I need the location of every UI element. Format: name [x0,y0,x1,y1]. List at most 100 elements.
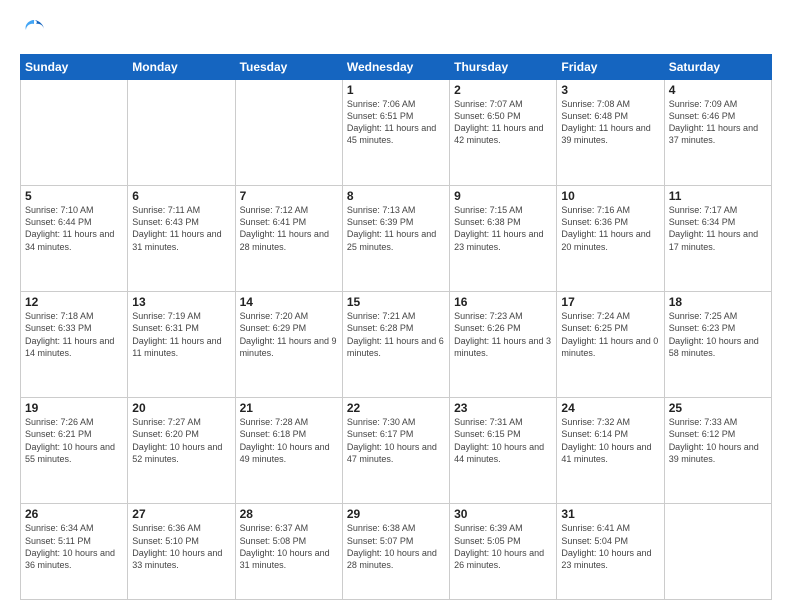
weekday-header-monday: Monday [128,55,235,80]
weekday-header-saturday: Saturday [664,55,771,80]
cell-daylight-info: Sunrise: 7:12 AM Sunset: 6:41 PM Dayligh… [240,204,338,253]
cell-day-number: 10 [561,189,659,203]
calendar-cell: 8Sunrise: 7:13 AM Sunset: 6:39 PM Daylig… [342,186,449,292]
cell-daylight-info: Sunrise: 6:41 AM Sunset: 5:04 PM Dayligh… [561,522,659,571]
calendar-cell: 25Sunrise: 7:33 AM Sunset: 6:12 PM Dayli… [664,398,771,504]
cell-day-number: 9 [454,189,552,203]
cell-daylight-info: Sunrise: 7:07 AM Sunset: 6:50 PM Dayligh… [454,98,552,147]
cell-day-number: 24 [561,401,659,415]
cell-daylight-info: Sunrise: 7:06 AM Sunset: 6:51 PM Dayligh… [347,98,445,147]
cell-daylight-info: Sunrise: 7:26 AM Sunset: 6:21 PM Dayligh… [25,416,123,465]
calendar-cell: 4Sunrise: 7:09 AM Sunset: 6:46 PM Daylig… [664,80,771,186]
cell-day-number: 26 [25,507,123,521]
weekday-header-friday: Friday [557,55,664,80]
cell-day-number: 13 [132,295,230,309]
calendar-cell [235,80,342,186]
weekday-header-tuesday: Tuesday [235,55,342,80]
cell-daylight-info: Sunrise: 7:24 AM Sunset: 6:25 PM Dayligh… [561,310,659,359]
cell-daylight-info: Sunrise: 7:16 AM Sunset: 6:36 PM Dayligh… [561,204,659,253]
cell-day-number: 22 [347,401,445,415]
calendar-cell: 27Sunrise: 6:36 AM Sunset: 5:10 PM Dayli… [128,504,235,600]
cell-daylight-info: Sunrise: 7:10 AM Sunset: 6:44 PM Dayligh… [25,204,123,253]
cell-daylight-info: Sunrise: 7:25 AM Sunset: 6:23 PM Dayligh… [669,310,767,359]
cell-daylight-info: Sunrise: 7:17 AM Sunset: 6:34 PM Dayligh… [669,204,767,253]
calendar-week-row: 1Sunrise: 7:06 AM Sunset: 6:51 PM Daylig… [21,80,772,186]
cell-daylight-info: Sunrise: 7:19 AM Sunset: 6:31 PM Dayligh… [132,310,230,359]
calendar-cell: 16Sunrise: 7:23 AM Sunset: 6:26 PM Dayli… [450,292,557,398]
calendar-week-row: 12Sunrise: 7:18 AM Sunset: 6:33 PM Dayli… [21,292,772,398]
calendar-cell: 24Sunrise: 7:32 AM Sunset: 6:14 PM Dayli… [557,398,664,504]
cell-day-number: 31 [561,507,659,521]
logo-bird-icon [20,16,48,44]
cell-day-number: 27 [132,507,230,521]
calendar-cell: 29Sunrise: 6:38 AM Sunset: 5:07 PM Dayli… [342,504,449,600]
calendar-cell: 5Sunrise: 7:10 AM Sunset: 6:44 PM Daylig… [21,186,128,292]
calendar-week-row: 26Sunrise: 6:34 AM Sunset: 5:11 PM Dayli… [21,504,772,600]
cell-day-number: 18 [669,295,767,309]
calendar-cell: 26Sunrise: 6:34 AM Sunset: 5:11 PM Dayli… [21,504,128,600]
cell-daylight-info: Sunrise: 7:21 AM Sunset: 6:28 PM Dayligh… [347,310,445,359]
cell-daylight-info: Sunrise: 7:09 AM Sunset: 6:46 PM Dayligh… [669,98,767,147]
calendar-week-row: 5Sunrise: 7:10 AM Sunset: 6:44 PM Daylig… [21,186,772,292]
calendar-cell: 9Sunrise: 7:15 AM Sunset: 6:38 PM Daylig… [450,186,557,292]
cell-daylight-info: Sunrise: 7:27 AM Sunset: 6:20 PM Dayligh… [132,416,230,465]
calendar-cell: 2Sunrise: 7:07 AM Sunset: 6:50 PM Daylig… [450,80,557,186]
cell-day-number: 1 [347,83,445,97]
calendar-cell: 11Sunrise: 7:17 AM Sunset: 6:34 PM Dayli… [664,186,771,292]
calendar-cell: 1Sunrise: 7:06 AM Sunset: 6:51 PM Daylig… [342,80,449,186]
weekday-header-wednesday: Wednesday [342,55,449,80]
cell-daylight-info: Sunrise: 7:31 AM Sunset: 6:15 PM Dayligh… [454,416,552,465]
calendar-cell: 30Sunrise: 6:39 AM Sunset: 5:05 PM Dayli… [450,504,557,600]
cell-daylight-info: Sunrise: 6:38 AM Sunset: 5:07 PM Dayligh… [347,522,445,571]
cell-day-number: 2 [454,83,552,97]
cell-daylight-info: Sunrise: 6:39 AM Sunset: 5:05 PM Dayligh… [454,522,552,571]
cell-day-number: 7 [240,189,338,203]
calendar-cell: 23Sunrise: 7:31 AM Sunset: 6:15 PM Dayli… [450,398,557,504]
cell-daylight-info: Sunrise: 7:33 AM Sunset: 6:12 PM Dayligh… [669,416,767,465]
cell-day-number: 8 [347,189,445,203]
calendar-cell [128,80,235,186]
cell-daylight-info: Sunrise: 6:36 AM Sunset: 5:10 PM Dayligh… [132,522,230,571]
cell-daylight-info: Sunrise: 7:32 AM Sunset: 6:14 PM Dayligh… [561,416,659,465]
cell-day-number: 5 [25,189,123,203]
cell-day-number: 23 [454,401,552,415]
calendar-table: SundayMondayTuesdayWednesdayThursdayFrid… [20,54,772,600]
cell-day-number: 19 [25,401,123,415]
cell-daylight-info: Sunrise: 7:08 AM Sunset: 6:48 PM Dayligh… [561,98,659,147]
weekday-header-thursday: Thursday [450,55,557,80]
header [20,16,772,44]
cell-day-number: 6 [132,189,230,203]
calendar-cell: 13Sunrise: 7:19 AM Sunset: 6:31 PM Dayli… [128,292,235,398]
calendar-cell: 3Sunrise: 7:08 AM Sunset: 6:48 PM Daylig… [557,80,664,186]
calendar-cell: 6Sunrise: 7:11 AM Sunset: 6:43 PM Daylig… [128,186,235,292]
calendar-cell: 14Sunrise: 7:20 AM Sunset: 6:29 PM Dayli… [235,292,342,398]
cell-daylight-info: Sunrise: 7:13 AM Sunset: 6:39 PM Dayligh… [347,204,445,253]
logo [20,16,52,44]
cell-daylight-info: Sunrise: 7:20 AM Sunset: 6:29 PM Dayligh… [240,310,338,359]
calendar-cell: 12Sunrise: 7:18 AM Sunset: 6:33 PM Dayli… [21,292,128,398]
calendar-cell [21,80,128,186]
cell-day-number: 25 [669,401,767,415]
cell-daylight-info: Sunrise: 7:18 AM Sunset: 6:33 PM Dayligh… [25,310,123,359]
cell-daylight-info: Sunrise: 7:28 AM Sunset: 6:18 PM Dayligh… [240,416,338,465]
cell-day-number: 12 [25,295,123,309]
cell-daylight-info: Sunrise: 7:11 AM Sunset: 6:43 PM Dayligh… [132,204,230,253]
weekday-header-sunday: Sunday [21,55,128,80]
cell-day-number: 30 [454,507,552,521]
calendar-cell: 18Sunrise: 7:25 AM Sunset: 6:23 PM Dayli… [664,292,771,398]
cell-day-number: 17 [561,295,659,309]
calendar-cell: 10Sunrise: 7:16 AM Sunset: 6:36 PM Dayli… [557,186,664,292]
calendar-cell: 28Sunrise: 6:37 AM Sunset: 5:08 PM Dayli… [235,504,342,600]
cell-day-number: 11 [669,189,767,203]
calendar-cell: 31Sunrise: 6:41 AM Sunset: 5:04 PM Dayli… [557,504,664,600]
weekday-header-row: SundayMondayTuesdayWednesdayThursdayFrid… [21,55,772,80]
cell-daylight-info: Sunrise: 6:37 AM Sunset: 5:08 PM Dayligh… [240,522,338,571]
page: SundayMondayTuesdayWednesdayThursdayFrid… [0,0,792,612]
calendar-cell: 22Sunrise: 7:30 AM Sunset: 6:17 PM Dayli… [342,398,449,504]
calendar-week-row: 19Sunrise: 7:26 AM Sunset: 6:21 PM Dayli… [21,398,772,504]
calendar-cell: 21Sunrise: 7:28 AM Sunset: 6:18 PM Dayli… [235,398,342,504]
calendar-cell: 19Sunrise: 7:26 AM Sunset: 6:21 PM Dayli… [21,398,128,504]
cell-day-number: 15 [347,295,445,309]
cell-daylight-info: Sunrise: 7:23 AM Sunset: 6:26 PM Dayligh… [454,310,552,359]
cell-day-number: 29 [347,507,445,521]
